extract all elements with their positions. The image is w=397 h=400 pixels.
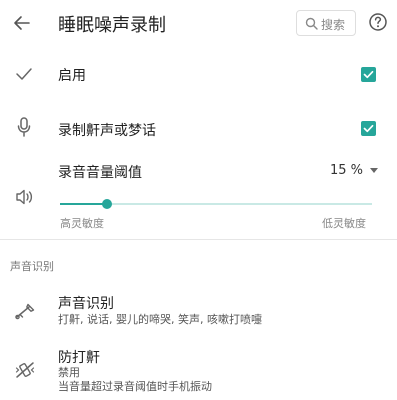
threshold-value-dropdown[interactable]: 15 % xyxy=(330,163,363,178)
high-sensitivity-label: 高灵敏度 xyxy=(60,217,104,230)
sound-recognition-desc: 打鼾, 说话, 婴儿的啼哭, 笑声, 咳嗽打喷嚏 xyxy=(58,313,262,326)
search-label: 搜索 xyxy=(321,18,346,32)
sound-recognition-section-header: 声音识别 xyxy=(10,260,54,273)
back-arrow-icon[interactable] xyxy=(12,13,32,33)
threshold-slider-thumb[interactable] xyxy=(102,199,112,209)
search-icon xyxy=(305,17,318,30)
trumpet-icon xyxy=(14,302,36,324)
enable-checkbox[interactable] xyxy=(361,67,376,82)
search-button[interactable]: 搜索 xyxy=(296,10,356,36)
enable-label: 启用 xyxy=(58,68,86,84)
volume-icon xyxy=(15,188,35,210)
dropdown-arrow-icon[interactable] xyxy=(370,168,378,173)
check-mark-icon xyxy=(15,66,33,85)
threshold-label: 录音音量阈值 xyxy=(58,165,142,181)
anti-snoring-desc: 当音量超过录音阈值时手机振动 xyxy=(58,380,212,393)
page-title: 睡眠噪声录制 xyxy=(58,15,166,36)
section-divider xyxy=(0,239,397,240)
microphone-icon xyxy=(17,117,31,141)
sound-recognition-title: 声音识别 xyxy=(58,296,114,312)
vibrate-off-icon xyxy=(14,360,36,384)
anti-snoring-status: 禁用 xyxy=(58,366,80,379)
app-bar: 睡眠噪声录制 搜索 xyxy=(0,0,397,48)
help-icon[interactable] xyxy=(368,12,388,32)
low-sensitivity-label: 低灵敏度 xyxy=(322,217,366,230)
threshold-slider-fill xyxy=(60,203,107,205)
anti-snoring-title: 防打鼾 xyxy=(58,350,100,366)
record-snoring-checkbox[interactable] xyxy=(361,121,376,136)
record-snoring-label: 录制鼾声或梦话 xyxy=(58,123,156,139)
